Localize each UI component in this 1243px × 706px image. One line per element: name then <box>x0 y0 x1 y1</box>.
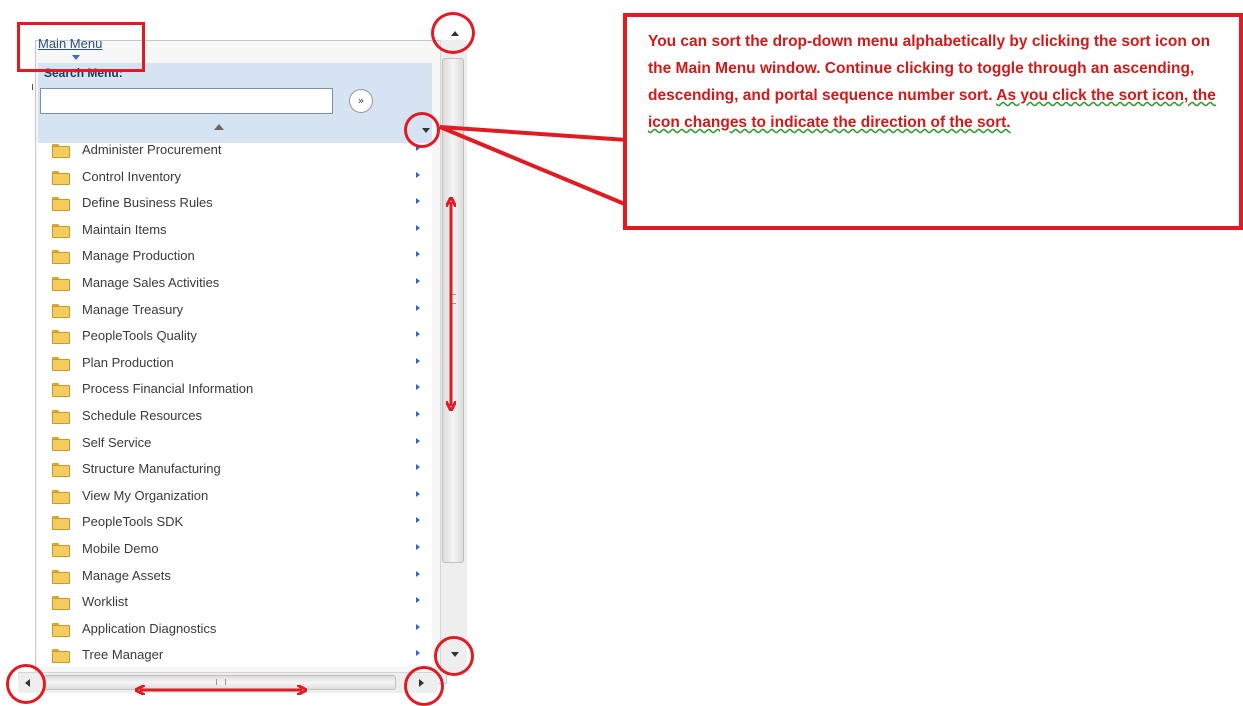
callout-text: You can sort the drop-down menu alphabet… <box>648 28 1228 136</box>
callout-pointer <box>439 125 628 207</box>
